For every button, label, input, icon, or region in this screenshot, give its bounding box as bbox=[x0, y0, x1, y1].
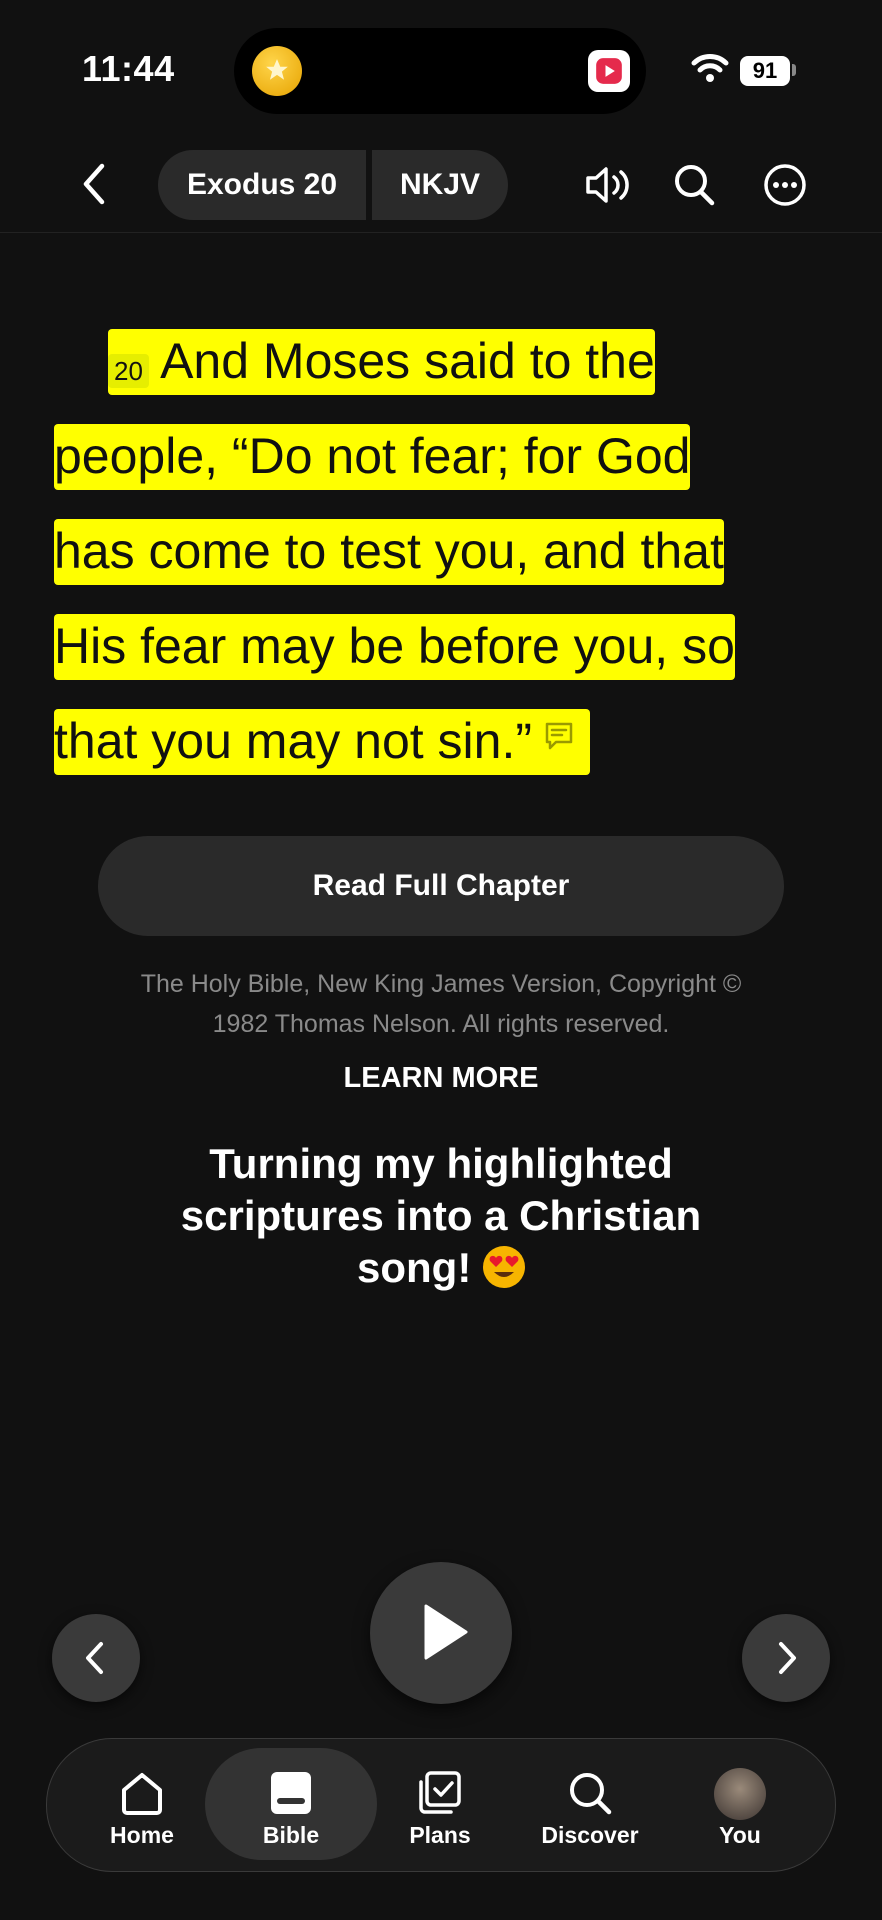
note-icon[interactable] bbox=[542, 689, 576, 784]
tab-label: Plans bbox=[409, 1822, 471, 1848]
copyright-text: The Holy Bible, New King James Version, … bbox=[140, 970, 742, 1038]
wifi-icon bbox=[690, 52, 730, 89]
bible-icon bbox=[271, 1772, 311, 1814]
tab-you[interactable]: You bbox=[670, 1748, 810, 1860]
version-selector[interactable]: NKJV bbox=[372, 150, 508, 220]
verse-line: And Moses said to the bbox=[160, 333, 655, 389]
tab-label: Bible bbox=[262, 1822, 320, 1848]
video-caption: Turning my highlighted scriptures into a… bbox=[150, 1138, 732, 1294]
learn-more-link[interactable]: LEARN MORE bbox=[0, 1062, 882, 1095]
avatar bbox=[714, 1768, 766, 1820]
header-divider bbox=[0, 232, 882, 233]
verse-line: that you may not sin.” bbox=[54, 713, 533, 769]
more-options-icon[interactable] bbox=[762, 162, 808, 213]
play-button[interactable] bbox=[370, 1562, 512, 1704]
tab-label: Discover bbox=[541, 1822, 639, 1848]
tab-discover[interactable]: Discover bbox=[520, 1748, 660, 1860]
verse-text[interactable]: 20 And Moses said to the people, “Do not… bbox=[54, 314, 784, 792]
plans-icon bbox=[419, 1771, 461, 1814]
tab-home[interactable]: Home bbox=[72, 1748, 212, 1860]
status-time: 11:44 bbox=[82, 48, 175, 89]
tab-plans[interactable]: Plans bbox=[370, 1748, 510, 1860]
coin-icon[interactable] bbox=[252, 46, 302, 96]
search-icon bbox=[570, 1773, 612, 1815]
battery-nub bbox=[792, 64, 796, 76]
next-chapter-button[interactable] bbox=[742, 1614, 830, 1702]
tab-bible[interactable]: Bible bbox=[205, 1748, 377, 1860]
verse-number: 20 bbox=[108, 354, 149, 388]
previous-chapter-button[interactable] bbox=[52, 1614, 140, 1702]
caption-text: Turning my highlighted scriptures into a… bbox=[180, 1140, 702, 1291]
back-icon[interactable] bbox=[80, 160, 110, 213]
book-selector[interactable]: Exodus 20 bbox=[158, 150, 366, 220]
home-icon bbox=[122, 1773, 162, 1815]
tab-label: Home bbox=[110, 1822, 174, 1848]
verse-line: people, “Do not fear; for God bbox=[54, 424, 691, 490]
tab-label: You bbox=[719, 1822, 761, 1848]
verse-line: His fear may be before you, so bbox=[54, 614, 735, 680]
screen-record-icon[interactable] bbox=[588, 50, 630, 92]
verse-line: has come to test you, and that bbox=[54, 519, 724, 585]
heart-eyes-emoji-icon bbox=[482, 1245, 525, 1288]
battery-level: 91 bbox=[740, 56, 790, 86]
audio-icon[interactable] bbox=[584, 162, 632, 213]
read-full-chapter-button[interactable]: Read Full Chapter bbox=[98, 836, 784, 936]
search-icon[interactable] bbox=[672, 162, 716, 213]
